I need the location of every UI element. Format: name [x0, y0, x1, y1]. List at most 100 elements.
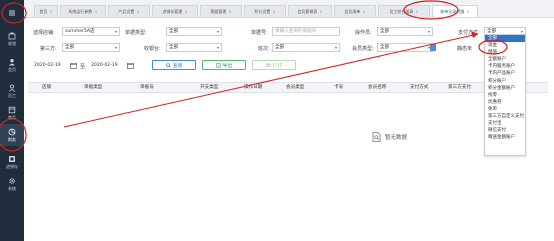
calendar-icon[interactable]	[70, 62, 77, 69]
cashier-select[interactable]: 全部 ▾	[166, 43, 222, 52]
member-type-select[interactable]: 全部 ▾	[377, 43, 433, 52]
date-to-label: 至	[80, 64, 86, 70]
dropdown-option[interactable]: 卡内产品账户	[485, 70, 525, 77]
close-icon[interactable]: ×	[228, 9, 231, 14]
column-header: 开支类型	[200, 85, 219, 90]
chevron-down-icon: ▾	[114, 29, 117, 34]
pay-method-dropdown[interactable]: 全部 现金 储值 全额账户 卡内服务账户 卡内产品账户 积分账户 积分金额账户 …	[484, 34, 526, 156]
sidebar-item-member[interactable]: 会员	[0, 54, 24, 76]
tab-receipt-details[interactable]: 收单记录明细 ×	[432, 5, 478, 17]
search-icon	[166, 62, 171, 68]
date-from-input[interactable]: 2020-02-19	[32, 62, 72, 71]
sidebar-item-menu[interactable]	[0, 2, 24, 24]
sidebar-item-label: 员工	[8, 92, 16, 98]
staff-icon	[8, 83, 16, 92]
dropdown-option[interactable]: 卡内服务账户	[485, 63, 525, 70]
sidebar-item-label: 财务	[8, 136, 16, 142]
tab-inventory-mgmt[interactable]: 进销存管理 ×	[152, 5, 198, 17]
print-button[interactable]: 打印	[252, 60, 296, 70]
sidebar-item-cashier[interactable]: 收银	[0, 28, 24, 50]
query-button[interactable]: 查询	[152, 60, 196, 70]
third-party-select[interactable]: 全部 ▾	[62, 43, 120, 52]
tab-member-list[interactable]: 会员清单 ×	[334, 5, 376, 17]
close-icon[interactable]: ×	[466, 9, 469, 14]
third-party-label: 第三方:	[40, 46, 57, 52]
finance-icon	[8, 128, 16, 135]
tab-ticket-mgmt[interactable]: 票据管理 ×	[200, 5, 242, 17]
column-header: 支付方式	[410, 85, 429, 90]
inventory-icon	[9, 155, 15, 162]
doc-type-select[interactable]: 全部 ▾	[166, 27, 222, 36]
sidebar-item-label: 商品	[8, 114, 16, 120]
export-button[interactable]: 导出	[202, 60, 246, 70]
chevron-down-icon: ▾	[334, 45, 337, 50]
dropdown-option[interactable]: 免单	[485, 106, 525, 113]
print-icon	[266, 62, 271, 67]
close-icon[interactable]: ×	[136, 9, 139, 14]
table-header: 店铺 单据类型 单据号 开支类型 操作日期 会员类型 卡号 会员名称 支付方式 …	[28, 82, 548, 93]
dropdown-option[interactable]: 积分账户	[485, 78, 525, 85]
close-icon[interactable]: ×	[272, 9, 275, 14]
dropdown-option[interactable]: 积分金额账户	[485, 85, 525, 92]
close-icon[interactable]: ×	[319, 9, 322, 14]
dropdown-option[interactable]: 全部	[485, 35, 525, 43]
sidebar: 收银 会员 员工 商品 财务 进销存 系统	[0, 0, 24, 241]
sidebar-item-label: 收银	[8, 40, 16, 46]
dropdown-option[interactable]: 赠送金额账户	[485, 134, 525, 141]
calendar-icon[interactable]	[127, 62, 134, 69]
store-label: 选择店铺:	[33, 30, 55, 36]
sidebar-item-label: 系统	[8, 185, 16, 191]
sidebar-item-staff[interactable]: 员工	[0, 80, 24, 102]
tab-member-package[interactable]: 会员套餐表 ×	[288, 5, 332, 17]
annotation-overlay	[0, 0, 508, 152]
sidebar-item-goods[interactable]: 商品	[0, 102, 24, 124]
date-to-input[interactable]: 2020-02-19	[89, 62, 129, 71]
empty-text: 暂无数据	[385, 135, 408, 141]
sidebar-item-inventory[interactable]: 进销存	[0, 151, 24, 173]
empty-state: 暂无数据	[372, 132, 407, 142]
column-header: 店铺	[42, 85, 52, 90]
dropdown-option[interactable]: 储值	[485, 49, 525, 56]
tab-system-params[interactable]: 系统运行参数 ×	[60, 5, 106, 17]
column-header: 操作日期	[244, 85, 263, 90]
cashier-label: 收银台:	[144, 46, 161, 52]
chevron-down-icon: ▾	[114, 45, 117, 50]
tab-product-settings[interactable]: 产品设置 ×	[108, 5, 150, 17]
shift-select[interactable]: 全部 ▾	[272, 43, 340, 52]
doc-no-input[interactable]: 请输入查询的单据号	[272, 27, 340, 36]
column-header: 会员名称	[368, 85, 387, 90]
dropdown-option[interactable]: 现金	[485, 42, 525, 49]
doc-type-label: 单据类型:	[125, 30, 147, 36]
dropdown-option[interactable]: 找零	[485, 92, 525, 99]
column-header: 第三方支付	[448, 85, 471, 90]
dropdown-option[interactable]: 全额账户	[485, 56, 525, 63]
chevron-down-icon: ▾	[216, 29, 219, 34]
dropdown-option[interactable]: 优惠券	[485, 99, 525, 106]
column-header: 卡号	[334, 85, 344, 90]
tab-points-settings[interactable]: 积分设置 ×	[244, 5, 286, 17]
member-type-picker-icon[interactable]	[430, 44, 436, 51]
close-icon[interactable]: ×	[184, 9, 187, 14]
close-icon[interactable]: ×	[49, 9, 52, 14]
tab-bar: 首页 × 系统运行参数 × 产品设置 × 进销存管理 × 票据管理 × 积分设置 × 会员套…	[24, 0, 554, 18]
dropdown-option[interactable]: 第三方自定义支付	[485, 113, 525, 120]
close-icon[interactable]: ×	[415, 9, 418, 14]
member-icon	[9, 58, 15, 65]
close-icon[interactable]: ×	[94, 9, 97, 14]
pay-method-label: 支付方式:	[458, 30, 480, 36]
close-icon[interactable]: ×	[362, 9, 365, 14]
tab-home[interactable]: 首页 ×	[34, 5, 58, 17]
dropdown-option[interactable]: 支付宝	[485, 120, 525, 127]
operator-label: 操作员:	[355, 30, 372, 36]
tab-staff-report[interactable]: 员工综合报表 ×	[378, 5, 430, 17]
dropdown-option[interactable]: 微信支付	[485, 127, 525, 134]
sidebar-item-label: 会员	[8, 66, 16, 72]
sidebar-item-finance[interactable]: 财务	[0, 124, 24, 146]
export-icon	[216, 62, 221, 68]
shift-label: 班次:	[258, 46, 270, 52]
store-select[interactable]: summer5A店 ▾	[62, 27, 120, 36]
operator-select[interactable]: 全部 ▾	[377, 27, 433, 36]
sidebar-item-system[interactable]: 系统	[0, 173, 24, 195]
doc-no-label: 单据号:	[251, 30, 268, 36]
cashier-icon	[8, 32, 16, 39]
